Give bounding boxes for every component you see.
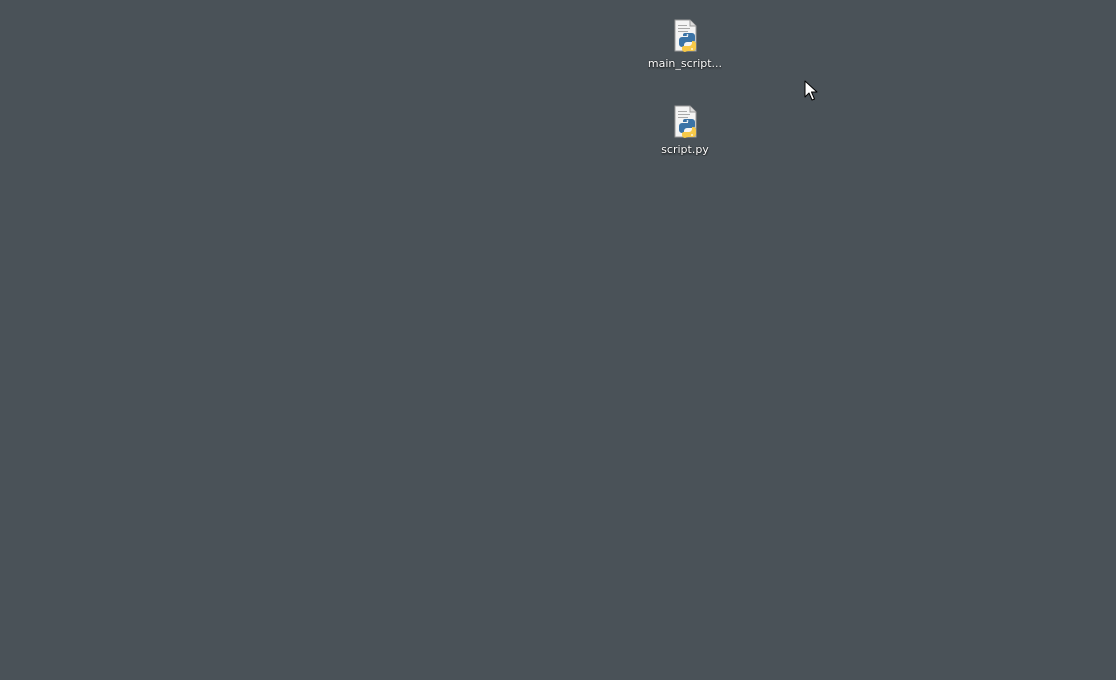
desktop-icon-label: script.py <box>661 143 709 156</box>
python-file-icon <box>674 105 697 138</box>
desktop[interactable]: main_script... script.py <box>0 0 1116 680</box>
python-file-icon <box>674 19 697 52</box>
desktop-icon-label: main_script... <box>647 57 723 70</box>
mouse-pointer-icon <box>804 80 818 101</box>
desktop-icon-script[interactable]: script.py <box>646 102 724 174</box>
desktop-icon-main-script[interactable]: main_script... <box>646 16 724 88</box>
